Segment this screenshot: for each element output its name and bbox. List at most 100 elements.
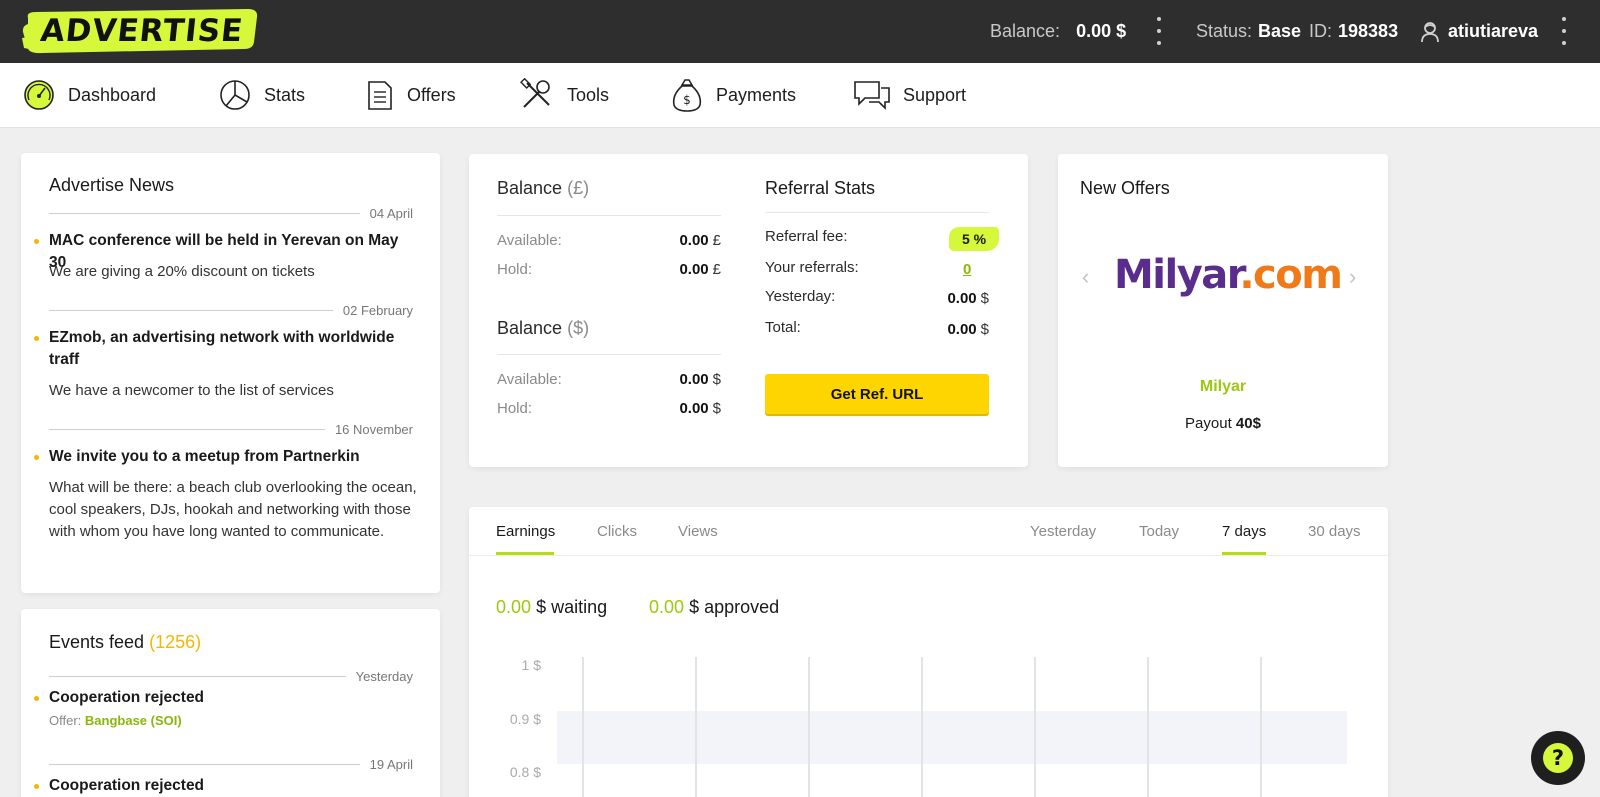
news-date-row: 16 November	[49, 421, 413, 437]
nav-support-label: Support	[903, 84, 967, 105]
gbp-available-label: Available:	[497, 232, 562, 249]
event-date-row: 19 April	[49, 756, 413, 772]
offer-payout-value: 40$	[1235, 415, 1261, 432]
waiting-value: 0.00	[496, 597, 532, 617]
referrals-count-link[interactable]: 0	[963, 261, 971, 278]
approved-summary: 0.00 $ approved	[649, 597, 779, 618]
offer-name[interactable]: Milyar	[1058, 378, 1388, 396]
header-id-label: ID:	[1309, 21, 1333, 41]
document-icon	[368, 81, 392, 110]
nav-dashboard-label: Dashboard	[68, 84, 157, 105]
pie-chart-icon	[220, 80, 250, 110]
new-offers-card: New Offers ‹ › Milyar.com Milyar Payout …	[1058, 154, 1388, 467]
nav-tools-label: Tools	[567, 84, 610, 105]
username: atiutiareva	[1448, 21, 1539, 41]
balance-usd-title-text: Balance	[497, 318, 563, 338]
tab-views[interactable]: Views	[678, 523, 718, 540]
balance-referral-card: Balance (£) Available: 0.00 £ Hold: 0.00 £…	[469, 154, 1028, 467]
divider	[497, 215, 721, 216]
event-date: 19 April	[369, 756, 413, 772]
referral-yesterday-value: 0.00 $	[947, 290, 989, 307]
tabs-divider	[469, 555, 1388, 556]
balance-usd-unit: ($)	[567, 318, 590, 338]
top-bar: ADVERTISE Balance: 0.00 $ Status: Base I…	[0, 0, 1600, 63]
gbp-hold-label: Hold:	[497, 261, 533, 278]
nav-tools[interactable]: Tools	[519, 63, 609, 127]
news-date: 16 November	[334, 421, 413, 437]
period-7-days[interactable]: 7 days	[1222, 523, 1266, 540]
news-date: 04 April	[369, 205, 413, 221]
main-nav: Dashboard Stats Offers Tools $ Payments …	[0, 63, 1600, 128]
news-body: What will be there: a beach club overloo…	[49, 479, 417, 540]
chat-bubbles-icon	[854, 81, 890, 110]
event-headline: Cooperation rejected	[34, 687, 419, 709]
usd-hold-value: 0.00 $	[679, 400, 721, 417]
tab-clicks[interactable]: Clicks	[597, 523, 637, 540]
news-body: We are giving a 20% discount on tickets	[49, 263, 315, 280]
gbp-available-value: 0.00 £	[679, 232, 721, 249]
period-30-days[interactable]: 30 days	[1308, 523, 1361, 540]
events-title: Events feed (1256)	[49, 632, 201, 653]
nav-dashboard[interactable]: Dashboard	[22, 63, 156, 127]
wrench-screwdriver-icon	[520, 78, 550, 108]
nav-payments-label: Payments	[716, 84, 797, 105]
svg-text:?: ?	[1552, 746, 1564, 770]
news-date: 02 February	[342, 302, 413, 318]
balance-usd-title: Balance ($)	[497, 318, 589, 339]
header-id: ID: 198383	[1309, 0, 1398, 63]
balance-menu-kebab-icon[interactable]	[1154, 14, 1164, 48]
svg-text:$: $	[683, 93, 691, 107]
nav-payments[interactable]: $ Payments	[670, 63, 796, 127]
news-headline[interactable]: EZmob, an advertising network with world…	[34, 327, 419, 371]
referral-fee-badge: 5 %	[949, 227, 999, 251]
nav-stats[interactable]: Stats	[218, 63, 305, 127]
nav-offers-label: Offers	[407, 84, 456, 105]
offers-prev-arrow-icon[interactable]: ‹	[1082, 264, 1089, 290]
nav-offers[interactable]: Offers	[365, 63, 456, 127]
period-today[interactable]: Today	[1139, 523, 1179, 540]
news-headline[interactable]: We invite you to a meetup from Partnerki…	[34, 446, 419, 468]
header-balance: Balance: 0.00 $	[990, 0, 1126, 63]
events-card: Events feed (1256) Yesterday Cooperation…	[21, 609, 440, 797]
earnings-chart	[557, 657, 1347, 797]
money-bag-icon: $	[672, 79, 702, 112]
usd-hold-label: Hold:	[497, 400, 533, 417]
event-date: Yesterday	[355, 668, 413, 684]
event-offer: Offer: Bangbase (SOI)	[49, 713, 182, 728]
period-yesterday[interactable]: Yesterday	[1030, 523, 1096, 540]
logo[interactable]: ADVERTISE	[22, 8, 262, 54]
events-count: (1256)	[149, 632, 202, 652]
tab-earnings[interactable]: Earnings	[496, 523, 555, 540]
offers-next-arrow-icon[interactable]: ›	[1349, 264, 1356, 290]
get-ref-url-button[interactable]: Get Ref. URL	[765, 374, 989, 414]
events-title-text: Events feed	[49, 632, 145, 652]
gbp-hold-value: 0.00 £	[679, 261, 721, 278]
user-profile[interactable]: atiutiareva	[1420, 0, 1538, 63]
offer-payout-label: Payout	[1185, 415, 1232, 432]
user-icon	[1421, 21, 1439, 42]
header-balance-label: Balance:	[990, 21, 1061, 41]
usd-available-value: 0.00 $	[679, 371, 721, 388]
event-headline: Cooperation rejected	[34, 775, 419, 797]
offer-brand-logo[interactable]: Milyar.com	[1114, 252, 1343, 298]
waiting-summary: 0.00 $ waiting	[496, 597, 607, 618]
news-card: Advertise News 04 April MAC conference w…	[21, 153, 440, 593]
nav-support[interactable]: Support	[853, 63, 966, 127]
offer-payout: Payout 40$	[1058, 415, 1388, 432]
referral-total-label: Total:	[765, 319, 801, 336]
approved-label: $ approved	[689, 597, 780, 617]
user-menu-kebab-icon[interactable]	[1559, 14, 1569, 48]
y-tick-label: 0.9 $	[509, 711, 541, 727]
chart-band	[557, 711, 1347, 764]
help-button[interactable]: ?	[1531, 731, 1585, 785]
balance-gbp-title: Balance (£)	[497, 178, 589, 199]
event-offer-link[interactable]: Bangbase (SOI)	[85, 713, 182, 728]
balance-gbp-title-text: Balance	[497, 178, 563, 198]
logo-text: ADVERTISE	[38, 13, 246, 49]
header-status-value: Base	[1258, 21, 1302, 41]
stats-card: Earnings Clicks Views Yesterday Today 7 …	[469, 507, 1388, 797]
news-body: We have a newcomer to the list of servic…	[49, 382, 334, 399]
header-status: Status: Base	[1196, 0, 1301, 63]
header-status-label: Status:	[1196, 21, 1253, 41]
header-id-value: 198383	[1338, 21, 1399, 41]
